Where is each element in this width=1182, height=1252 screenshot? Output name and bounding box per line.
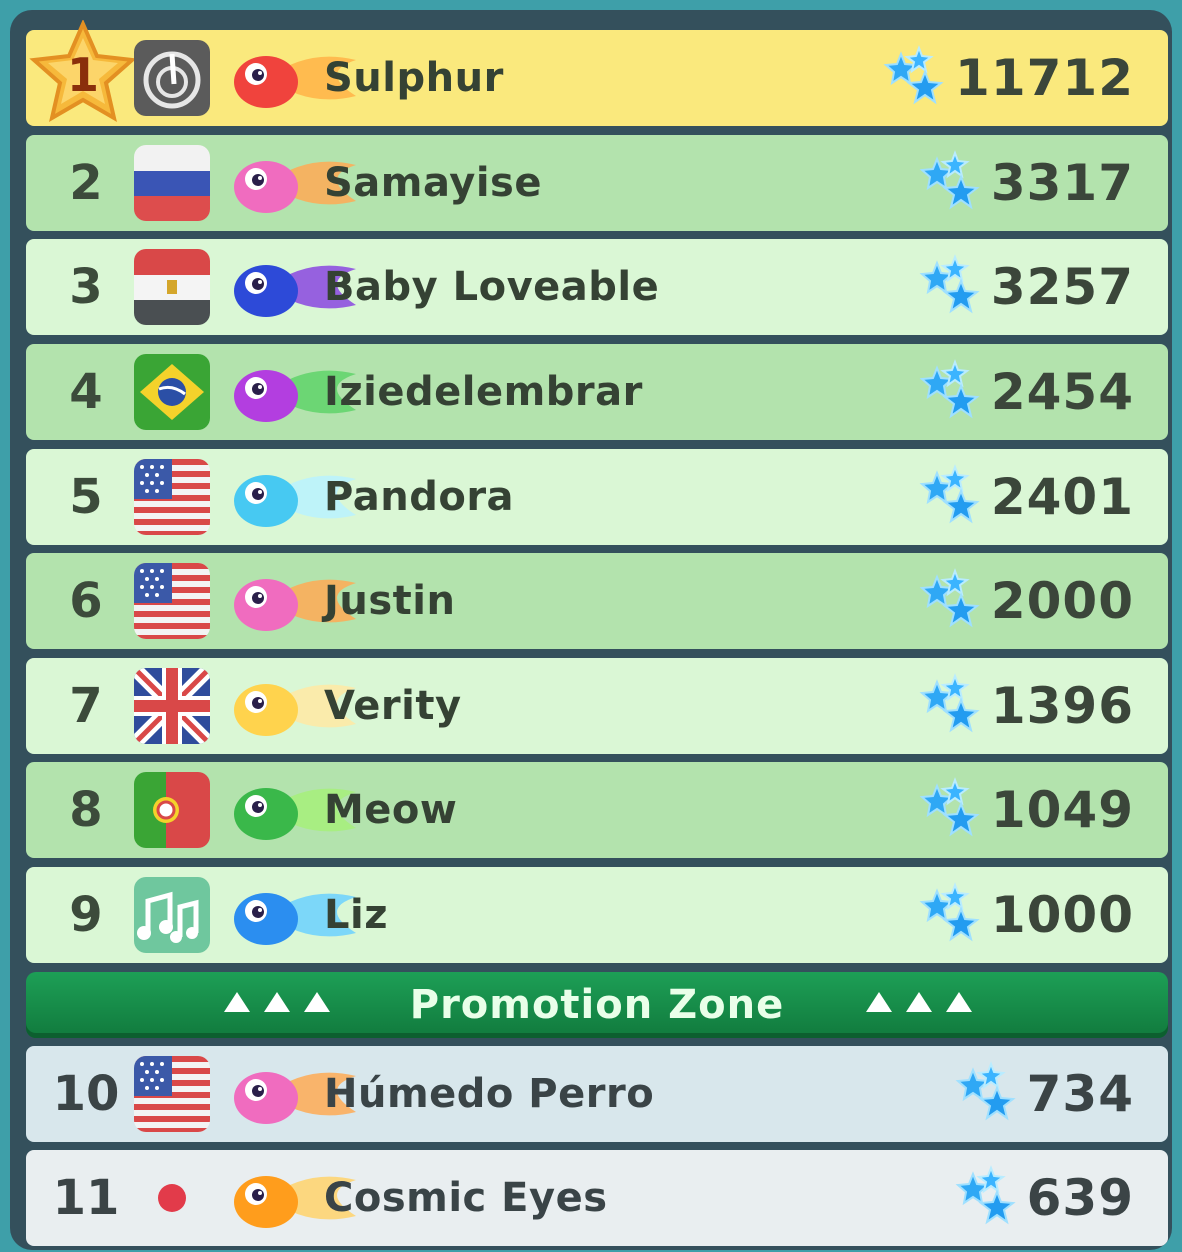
score: 1000 [915, 881, 1134, 949]
star-gems-icon [915, 358, 991, 426]
star-gems-icon [951, 1164, 1027, 1232]
star-gems-icon [915, 567, 991, 635]
star-gems-icon [915, 149, 991, 217]
music-notes-icon [134, 877, 210, 953]
promotion-zone-label: Promotion Zone [409, 982, 785, 1028]
player-name: Iziedelembrar [324, 369, 643, 415]
swirl-icon [134, 40, 210, 116]
portugal-flag [134, 772, 210, 848]
uk-flag [134, 668, 210, 744]
score: 1049 [915, 776, 1134, 844]
leaderboard-row[interactable]: 10 Húmedo Perro 734 [26, 1046, 1168, 1142]
leaderboard-row[interactable]: 7 Verity 1396 [26, 658, 1168, 754]
promotion-zone-banner: Promotion Zone [26, 972, 1168, 1038]
score: 3317 [915, 149, 1134, 217]
rank-number: 7 [69, 678, 103, 734]
leaderboard-row[interactable]: 2 Samayise 3317 [26, 135, 1168, 231]
leaderboard-row[interactable]: 3 Baby Loveable 3257 [26, 239, 1168, 335]
leaderboard-row[interactable]: 8 Meow 1049 [26, 762, 1168, 858]
usa-flag [134, 563, 210, 639]
score: 2000 [915, 567, 1134, 635]
player-name: Cosmic Eyes [324, 1175, 608, 1221]
score: 3257 [915, 253, 1134, 321]
russia-flag [134, 145, 210, 221]
score-value: 1396 [990, 677, 1134, 735]
score-value: 1000 [990, 886, 1134, 944]
usa-flag [134, 459, 210, 535]
leaderboard-row[interactable]: 9 Liz 1000 [26, 867, 1168, 963]
player-name: Samayise [324, 160, 542, 206]
leaderboard-row[interactable]: 6 Justin 2000 [26, 553, 1168, 649]
promotion-arrows-right [866, 992, 972, 1012]
rank-number: 6 [69, 573, 103, 629]
score: 1396 [915, 672, 1134, 740]
score: 639 [951, 1164, 1134, 1232]
rank-number: 9 [69, 887, 103, 943]
rank-number: 1 [66, 48, 99, 102]
leaderboard-row[interactable]: 11 Cosmic Eyes 639 [26, 1150, 1168, 1246]
star-gems-icon [915, 253, 991, 321]
leaderboard-row[interactable]: 1 Sulphur 11712 [26, 19, 1168, 126]
usa-flag [134, 1056, 210, 1132]
star-gems-icon [951, 1060, 1027, 1128]
score-value: 2401 [990, 468, 1134, 526]
rank-number: 3 [69, 259, 103, 315]
player-name: Pandora [324, 474, 515, 520]
score-value: 2000 [990, 572, 1134, 630]
score-value: 3317 [990, 154, 1134, 212]
star-gems-icon [915, 672, 991, 740]
score: 734 [951, 1060, 1134, 1128]
rank-number: 2 [69, 155, 103, 211]
japan-flag [134, 1160, 210, 1236]
score-value: 734 [1026, 1065, 1134, 1123]
brazil-flag [134, 354, 210, 430]
leaderboard-row[interactable]: 4 Iziedelembrar 2454 [26, 344, 1168, 440]
player-name: Meow [324, 787, 458, 833]
score-value: 639 [1026, 1169, 1134, 1227]
player-name: Sulphur [324, 55, 504, 101]
player-name: Baby Loveable [324, 264, 660, 310]
score: 2401 [915, 463, 1134, 531]
star-gems-icon [915, 463, 991, 531]
rank-number: 5 [69, 469, 103, 525]
star-gems-icon [915, 881, 991, 949]
score: 11712 [879, 44, 1134, 112]
player-name: Verity [324, 683, 462, 729]
star-gems-icon [915, 776, 991, 844]
rank-number: 11 [52, 1170, 120, 1226]
score-value: 11712 [955, 49, 1134, 107]
player-name: Liz [324, 892, 388, 938]
leaderboard-panel: 1 Sulphur 11712 2 Samayise 3317 3 Baby L… [10, 10, 1172, 1250]
rank-number: 10 [52, 1066, 120, 1122]
egypt-flag [134, 249, 210, 325]
player-name: Justin [324, 578, 456, 624]
star-gems-icon [879, 44, 955, 112]
leaderboard-row[interactable]: 5 Pandora 2401 [26, 449, 1168, 545]
rank-number: 8 [69, 782, 103, 838]
score-value: 1049 [990, 781, 1134, 839]
player-name: Húmedo Perro [324, 1071, 655, 1117]
score-value: 3257 [990, 258, 1134, 316]
rank-number: 4 [69, 364, 103, 420]
score-value: 2454 [990, 363, 1134, 421]
rank-badge: 1 [28, 19, 138, 130]
score: 2454 [915, 358, 1134, 426]
